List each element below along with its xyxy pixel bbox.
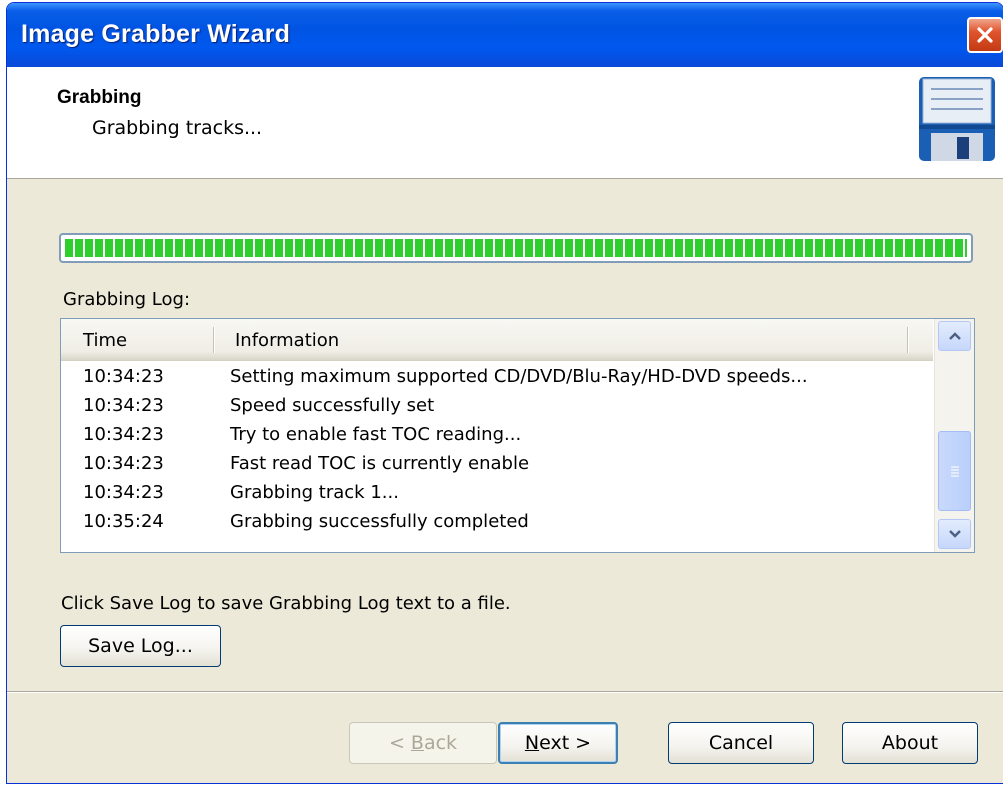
back-label-prefix: < (388, 732, 411, 754)
log-row[interactable]: 10:34:23 Fast read TOC is currently enab… (61, 451, 931, 479)
progress-fill (65, 239, 967, 257)
title-bar[interactable]: Image Grabber Wizard (7, 3, 1003, 67)
column-separator[interactable] (907, 327, 908, 353)
log-time: 10:34:23 (83, 453, 164, 474)
chevron-up-icon (948, 332, 961, 340)
grab-progress-bar (59, 233, 973, 263)
log-time: 10:34:23 (83, 482, 164, 503)
save-log-button[interactable]: Save Log... (60, 625, 221, 667)
log-time: 10:34:23 (83, 424, 164, 445)
back-label-accel: B (410, 732, 424, 754)
log-info: Grabbing track 1... (230, 482, 399, 503)
scroll-thumb[interactable] (938, 431, 971, 511)
footer-separator (7, 691, 1003, 693)
column-separator[interactable] (213, 327, 214, 353)
floppy-disk-icon (919, 77, 995, 161)
log-info: Speed successfully set (230, 395, 435, 416)
log-label: Grabbing Log: (63, 289, 191, 310)
grip-icon (950, 466, 959, 477)
log-time: 10:35:24 (83, 511, 164, 532)
log-time: 10:34:23 (83, 395, 164, 416)
step-title: Grabbing (57, 87, 142, 108)
back-button[interactable]: < Back (349, 722, 497, 764)
wizard-header: Grabbing Grabbing tracks... (7, 67, 1003, 179)
chevron-down-icon (948, 530, 961, 538)
log-row[interactable]: 10:34:23 Try to enable fast TOC reading.… (61, 422, 931, 450)
save-log-hint: Click Save Log to save Grabbing Log text… (61, 593, 511, 614)
log-info: Try to enable fast TOC reading... (230, 424, 522, 445)
back-label-rest: ack (423, 732, 458, 754)
next-button[interactable]: Next > (498, 722, 618, 764)
grabbing-log-list[interactable]: Time Information 10:34:23 Setting maximu… (60, 318, 975, 553)
next-label-accel: N (524, 732, 540, 754)
log-info: Grabbing successfully completed (230, 511, 529, 532)
next-label-rest: ext > (539, 732, 592, 754)
log-time: 10:34:23 (83, 366, 164, 387)
step-subtitle: Grabbing tracks... (92, 117, 263, 139)
column-header-information[interactable]: Information (235, 330, 339, 351)
about-button[interactable]: About (842, 722, 978, 764)
close-button[interactable] (967, 17, 1003, 53)
log-header: Time Information (61, 319, 933, 361)
log-row[interactable]: 10:35:24 Grabbing successfully completed (61, 509, 931, 537)
log-info: Fast read TOC is currently enable (230, 453, 530, 474)
log-info: Setting maximum supported CD/DVD/Blu-Ray… (230, 366, 808, 387)
scroll-up-button[interactable] (938, 321, 971, 351)
log-row[interactable]: 10:34:23 Grabbing track 1... (61, 480, 931, 508)
scroll-down-button[interactable] (938, 519, 971, 549)
wizard-window: Image Grabber Wizard Grabbing Grabbing t… (6, 2, 1003, 784)
cancel-button[interactable]: Cancel (668, 722, 814, 764)
log-row[interactable]: 10:34:23 Setting maximum supported CD/DV… (61, 364, 931, 392)
log-vertical-scrollbar[interactable] (934, 319, 974, 552)
column-header-time[interactable]: Time (83, 330, 127, 351)
log-row[interactable]: 10:34:23 Speed successfully set (61, 393, 931, 421)
window-title: Image Grabber Wizard (21, 20, 291, 48)
close-icon (977, 27, 993, 43)
